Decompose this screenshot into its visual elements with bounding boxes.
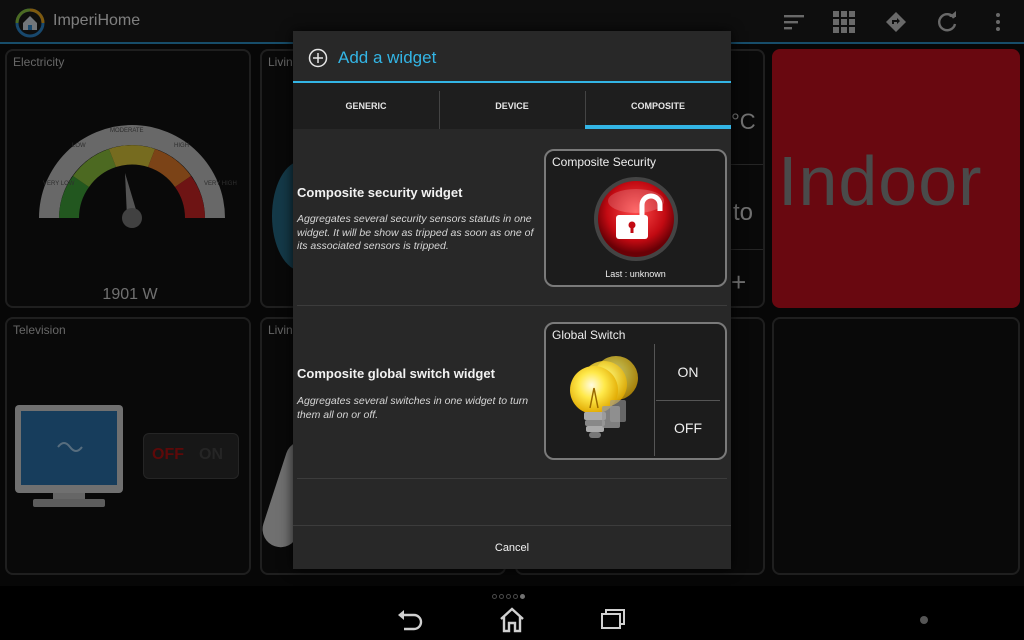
widget-category-tabs: GENERIC DEVICE COMPOSITE [293,83,731,129]
preview-title: Composite Security [552,155,657,169]
add-widget-dialog: Add a widget GENERIC DEVICE COMPOSITE Co… [293,31,731,569]
cancel-button[interactable]: Cancel [293,526,731,570]
dialog-header: Add a widget [293,31,731,83]
widget-option-global-switch[interactable]: Composite global switch widget Aggregate… [297,306,727,479]
switch-on-button[interactable]: ON [656,364,720,380]
dialog-title: Add a widget [338,48,437,67]
security-lock-icon [594,177,678,261]
tab-device[interactable]: DEVICE [439,83,585,129]
widget-option-title: Composite global switch widget [297,366,495,381]
light-bulbs-icon [570,356,638,438]
home-icon[interactable] [498,607,526,633]
widget-option-description: Aggregates several switches in one widge… [297,395,529,421]
add-circle-icon [308,48,328,68]
status-dot-icon [920,616,928,624]
last-status-caption: Last : unknown [605,269,666,279]
widget-option-description: Aggregates several security sensors stat… [297,213,534,252]
composite-security-preview[interactable]: Composite Security Last : unknown [544,149,727,287]
tab-composite[interactable]: COMPOSITE [585,83,731,129]
global-switch-preview[interactable]: Global Switch ON OFF [544,322,727,460]
tab-generic[interactable]: GENERIC [293,83,439,129]
back-icon[interactable] [396,608,424,632]
preview-title: Global Switch [552,328,626,342]
dialog-footer: Cancel [293,525,731,569]
widget-option-title: Composite security widget [297,185,463,200]
system-nav-bar [0,600,1024,640]
recent-apps-icon[interactable] [600,608,628,632]
switch-off-button[interactable]: OFF [656,420,720,436]
widget-option-composite-security[interactable]: Composite security widget Aggregates sev… [297,135,727,306]
